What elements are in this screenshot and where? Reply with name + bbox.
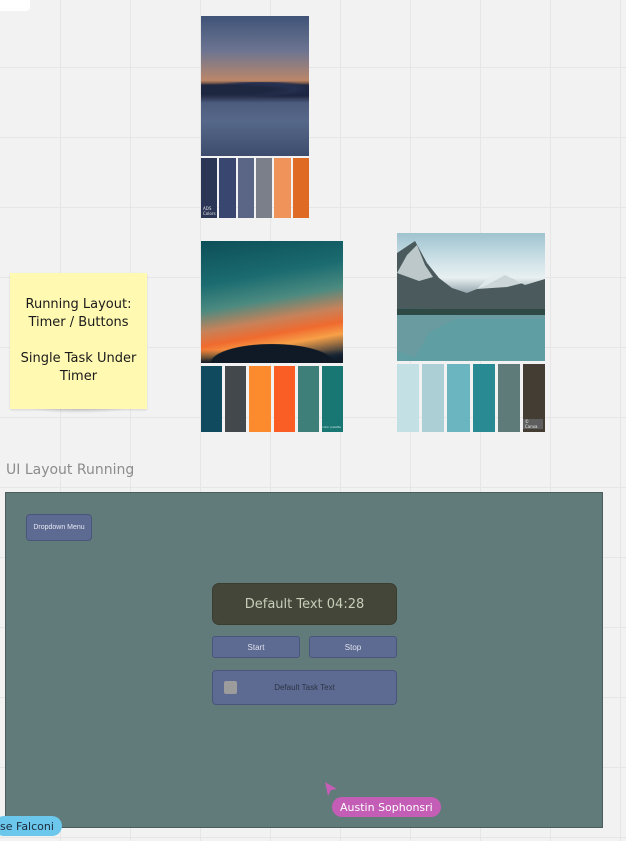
color-swatch xyxy=(273,366,295,432)
teal-sky-palette: color palette xyxy=(201,366,344,432)
color-swatch xyxy=(297,366,319,432)
palette-badge: © Canva xyxy=(522,419,544,429)
teal-sky-hills xyxy=(201,341,343,363)
moodboard-mountains[interactable]: © Canva xyxy=(397,233,546,432)
stop-button[interactable]: Stop xyxy=(309,636,397,658)
color-swatch xyxy=(292,158,309,218)
color-swatch xyxy=(255,158,273,218)
offscreen-card-corner xyxy=(0,0,30,11)
color-swatch: ADS Colors xyxy=(201,158,218,218)
color-swatch xyxy=(219,158,236,218)
collaborator-cursor-icon xyxy=(325,782,337,796)
task-text: Default Task Text xyxy=(274,683,335,692)
mountain-silhouette xyxy=(397,241,545,361)
color-swatch xyxy=(497,364,520,432)
moodboard-sunset[interactable]: ADS Colors xyxy=(201,16,309,218)
sticky-note-line: Timer xyxy=(59,369,98,384)
start-button[interactable]: Start xyxy=(212,636,300,658)
mountains-palette: © Canva xyxy=(397,364,546,432)
palette-label: ADS Colors xyxy=(203,206,216,216)
sticky-note-line: Running Layout: xyxy=(25,297,132,312)
sunset-clouds xyxy=(201,82,309,98)
task-checkbox[interactable] xyxy=(224,681,237,694)
task-item[interactable]: Default Task Text xyxy=(212,670,397,705)
color-swatch xyxy=(447,364,470,432)
collaborator-cursor-label: se Falconi xyxy=(0,816,62,836)
palette-tag: color palette xyxy=(322,425,342,429)
color-swatch xyxy=(237,158,254,218)
color-swatch xyxy=(397,364,420,432)
color-swatch xyxy=(201,366,223,432)
timer-display: Default Text 04:28 xyxy=(212,583,397,625)
color-swatch: color palette xyxy=(321,366,344,432)
frame-title[interactable]: UI Layout Running xyxy=(6,462,134,478)
mountain-lake-photo xyxy=(397,233,545,361)
sunset-palette: ADS Colors xyxy=(201,158,309,218)
color-swatch xyxy=(472,364,495,432)
collaborator-cursor-label: Austin Sophonsri xyxy=(332,797,441,817)
moodboard-teal-sky[interactable]: color palette xyxy=(201,241,344,432)
sticky-note-line: Single Task Under xyxy=(20,351,137,366)
ui-layout-frame[interactable]: Dropdown Menu Default Text 04:28 Start S… xyxy=(5,492,603,828)
sticky-note-line: Timer / Buttons xyxy=(28,315,129,330)
sticky-note[interactable]: Running Layout: Timer / Buttons Single T… xyxy=(10,273,147,409)
color-swatch xyxy=(225,366,247,432)
color-swatch xyxy=(274,158,291,218)
color-swatch xyxy=(249,366,271,432)
dropdown-menu-button[interactable]: Dropdown Menu xyxy=(26,514,92,541)
color-swatch: © Canva xyxy=(522,364,546,432)
color-swatch xyxy=(422,364,445,432)
